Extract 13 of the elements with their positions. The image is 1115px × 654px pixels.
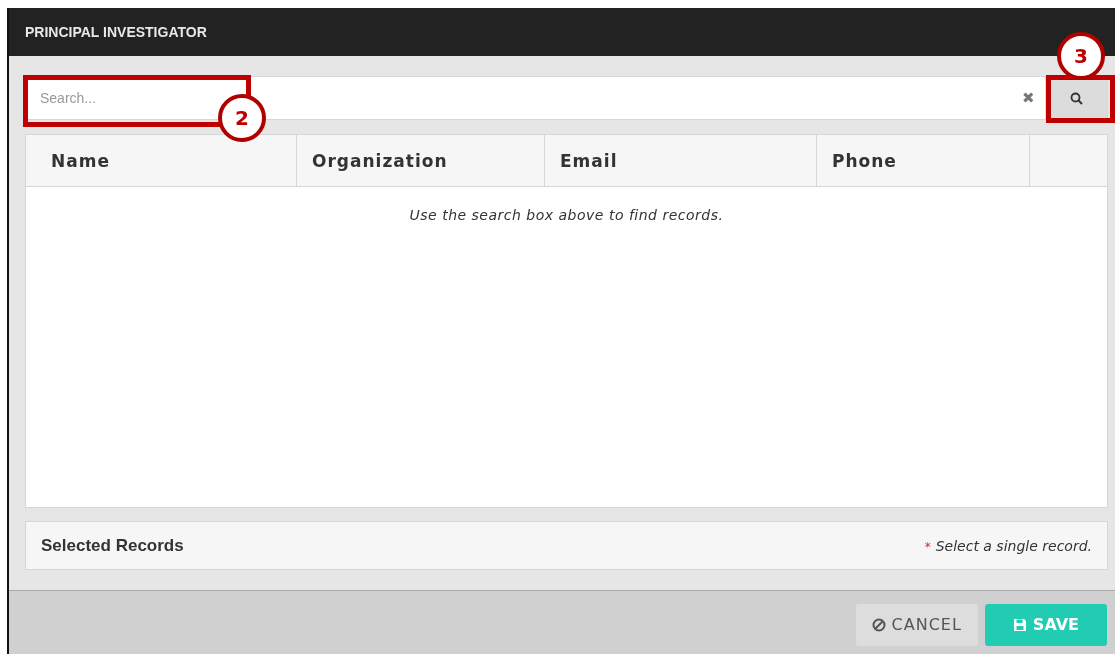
- clear-button[interactable]: ✖: [1012, 89, 1045, 107]
- panel-title: Selected Records: [41, 535, 184, 556]
- column-header[interactable]: Organization: [312, 150, 448, 171]
- cancel-button[interactable]: CANCEL: [855, 603, 978, 646]
- column-header[interactable]: Name: [51, 150, 110, 171]
- search-icon: [1069, 91, 1083, 105]
- empty-message: Use the search box above to find records.: [409, 207, 724, 225]
- prohibited-icon: [871, 617, 886, 632]
- required-mark: *: [924, 539, 931, 554]
- hint-text: Select a single record.: [935, 537, 1092, 554]
- column-header[interactable]: Phone: [832, 150, 897, 171]
- column-header[interactable]: Email: [560, 150, 618, 171]
- dialog-title: PRINCIPAL INVESTIGATOR: [25, 24, 207, 40]
